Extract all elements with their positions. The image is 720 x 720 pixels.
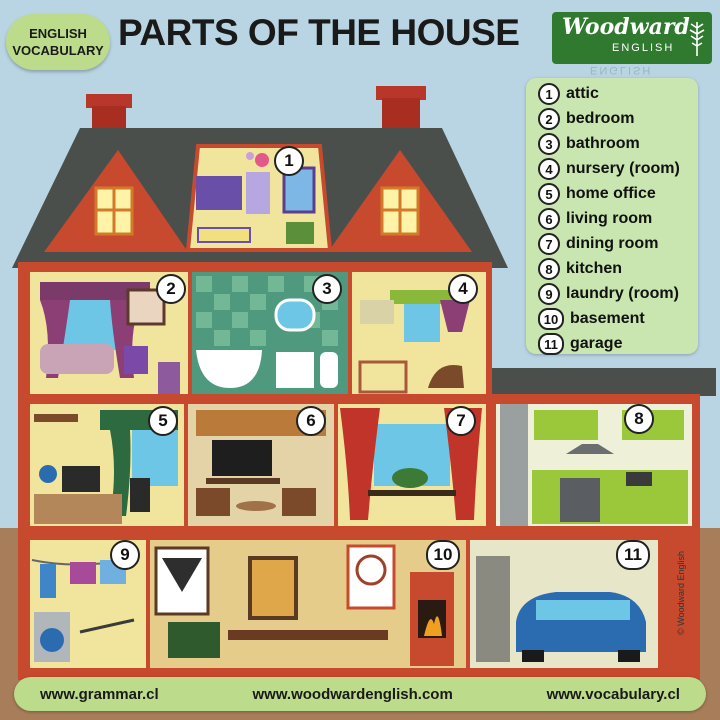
legend-item-laundry: 9 laundry (room): [538, 282, 679, 306]
legend-label: kitchen: [566, 260, 623, 277]
credit-text: © Woodward English: [672, 530, 686, 660]
legend-number: 9: [538, 283, 560, 305]
legend-number: 4: [538, 158, 560, 180]
legend-number: 2: [538, 108, 560, 130]
legend-label: bedroom: [566, 110, 635, 127]
room-marker-basement: 10: [426, 540, 460, 570]
footer-link-vocabulary[interactable]: www.vocabulary.cl: [547, 686, 680, 703]
room-marker-attic: 1: [274, 146, 304, 176]
legend-item-dining-room: 7 dining room: [538, 232, 658, 256]
legend-label: living room: [566, 210, 653, 227]
legend-label: home office: [566, 185, 656, 202]
legend-item-nursery: 4 nursery (room): [538, 157, 680, 181]
legend-item-bathroom: 3 bathroom: [538, 132, 640, 156]
legend-number: 10: [538, 308, 564, 330]
room-marker-kitchen: 8: [624, 404, 654, 434]
footer-link-grammar[interactable]: www.grammar.cl: [40, 686, 159, 703]
legend-label: dining room: [566, 235, 659, 252]
legend-label: basement: [570, 310, 645, 327]
vocabulary-legend: 1 attic 2 bedroom 3 bathroom 4 nursery (room…: [526, 78, 698, 356]
legend-number: 1: [538, 83, 560, 105]
basement-room: [150, 540, 466, 668]
legend-number: 6: [538, 208, 560, 230]
footer-link-woodwardenglish[interactable]: www.woodwardenglish.com: [252, 686, 452, 703]
room-marker-home-office: 5: [148, 406, 178, 436]
legend-number: 3: [538, 133, 560, 155]
legend-item-kitchen: 8 kitchen: [538, 257, 622, 281]
legend-number: 8: [538, 258, 560, 280]
garage-roof: [486, 368, 716, 396]
credit-label: © Woodward English: [676, 551, 686, 636]
footer-links: www.grammar.cl www.woodwardenglish.com w…: [14, 677, 706, 711]
room-marker-bathroom: 3: [312, 274, 342, 304]
kitchen-room: [496, 404, 692, 526]
legend-number: 5: [538, 183, 560, 205]
legend-item-living-room: 6 living room: [538, 207, 652, 231]
room-marker-nursery: 4: [448, 274, 478, 304]
room-marker-bedroom: 2: [156, 274, 186, 304]
legend-label: garage: [570, 335, 623, 352]
legend-label: nursery (room): [566, 160, 680, 177]
legend-number: 7: [538, 233, 560, 255]
legend-item-basement: 10 basement: [538, 307, 645, 331]
legend-label: bathroom: [566, 135, 640, 152]
legend-label: attic: [566, 85, 599, 102]
legend-number: 11: [538, 333, 564, 355]
legend-item-bedroom: 2 bedroom: [538, 107, 634, 131]
legend-label: laundry (room): [566, 285, 679, 302]
right-chimney-icon: [376, 86, 426, 128]
legend-item-attic: 1 attic: [538, 82, 599, 106]
room-marker-dining-room: 7: [446, 406, 476, 436]
room-marker-living-room: 6: [296, 406, 326, 436]
legend-item-home-office: 5 home office: [538, 182, 656, 206]
room-marker-garage: 11: [616, 540, 650, 570]
room-marker-laundry: 9: [110, 540, 140, 570]
legend-item-garage: 11 garage: [538, 332, 622, 356]
attic-room: [185, 144, 333, 252]
